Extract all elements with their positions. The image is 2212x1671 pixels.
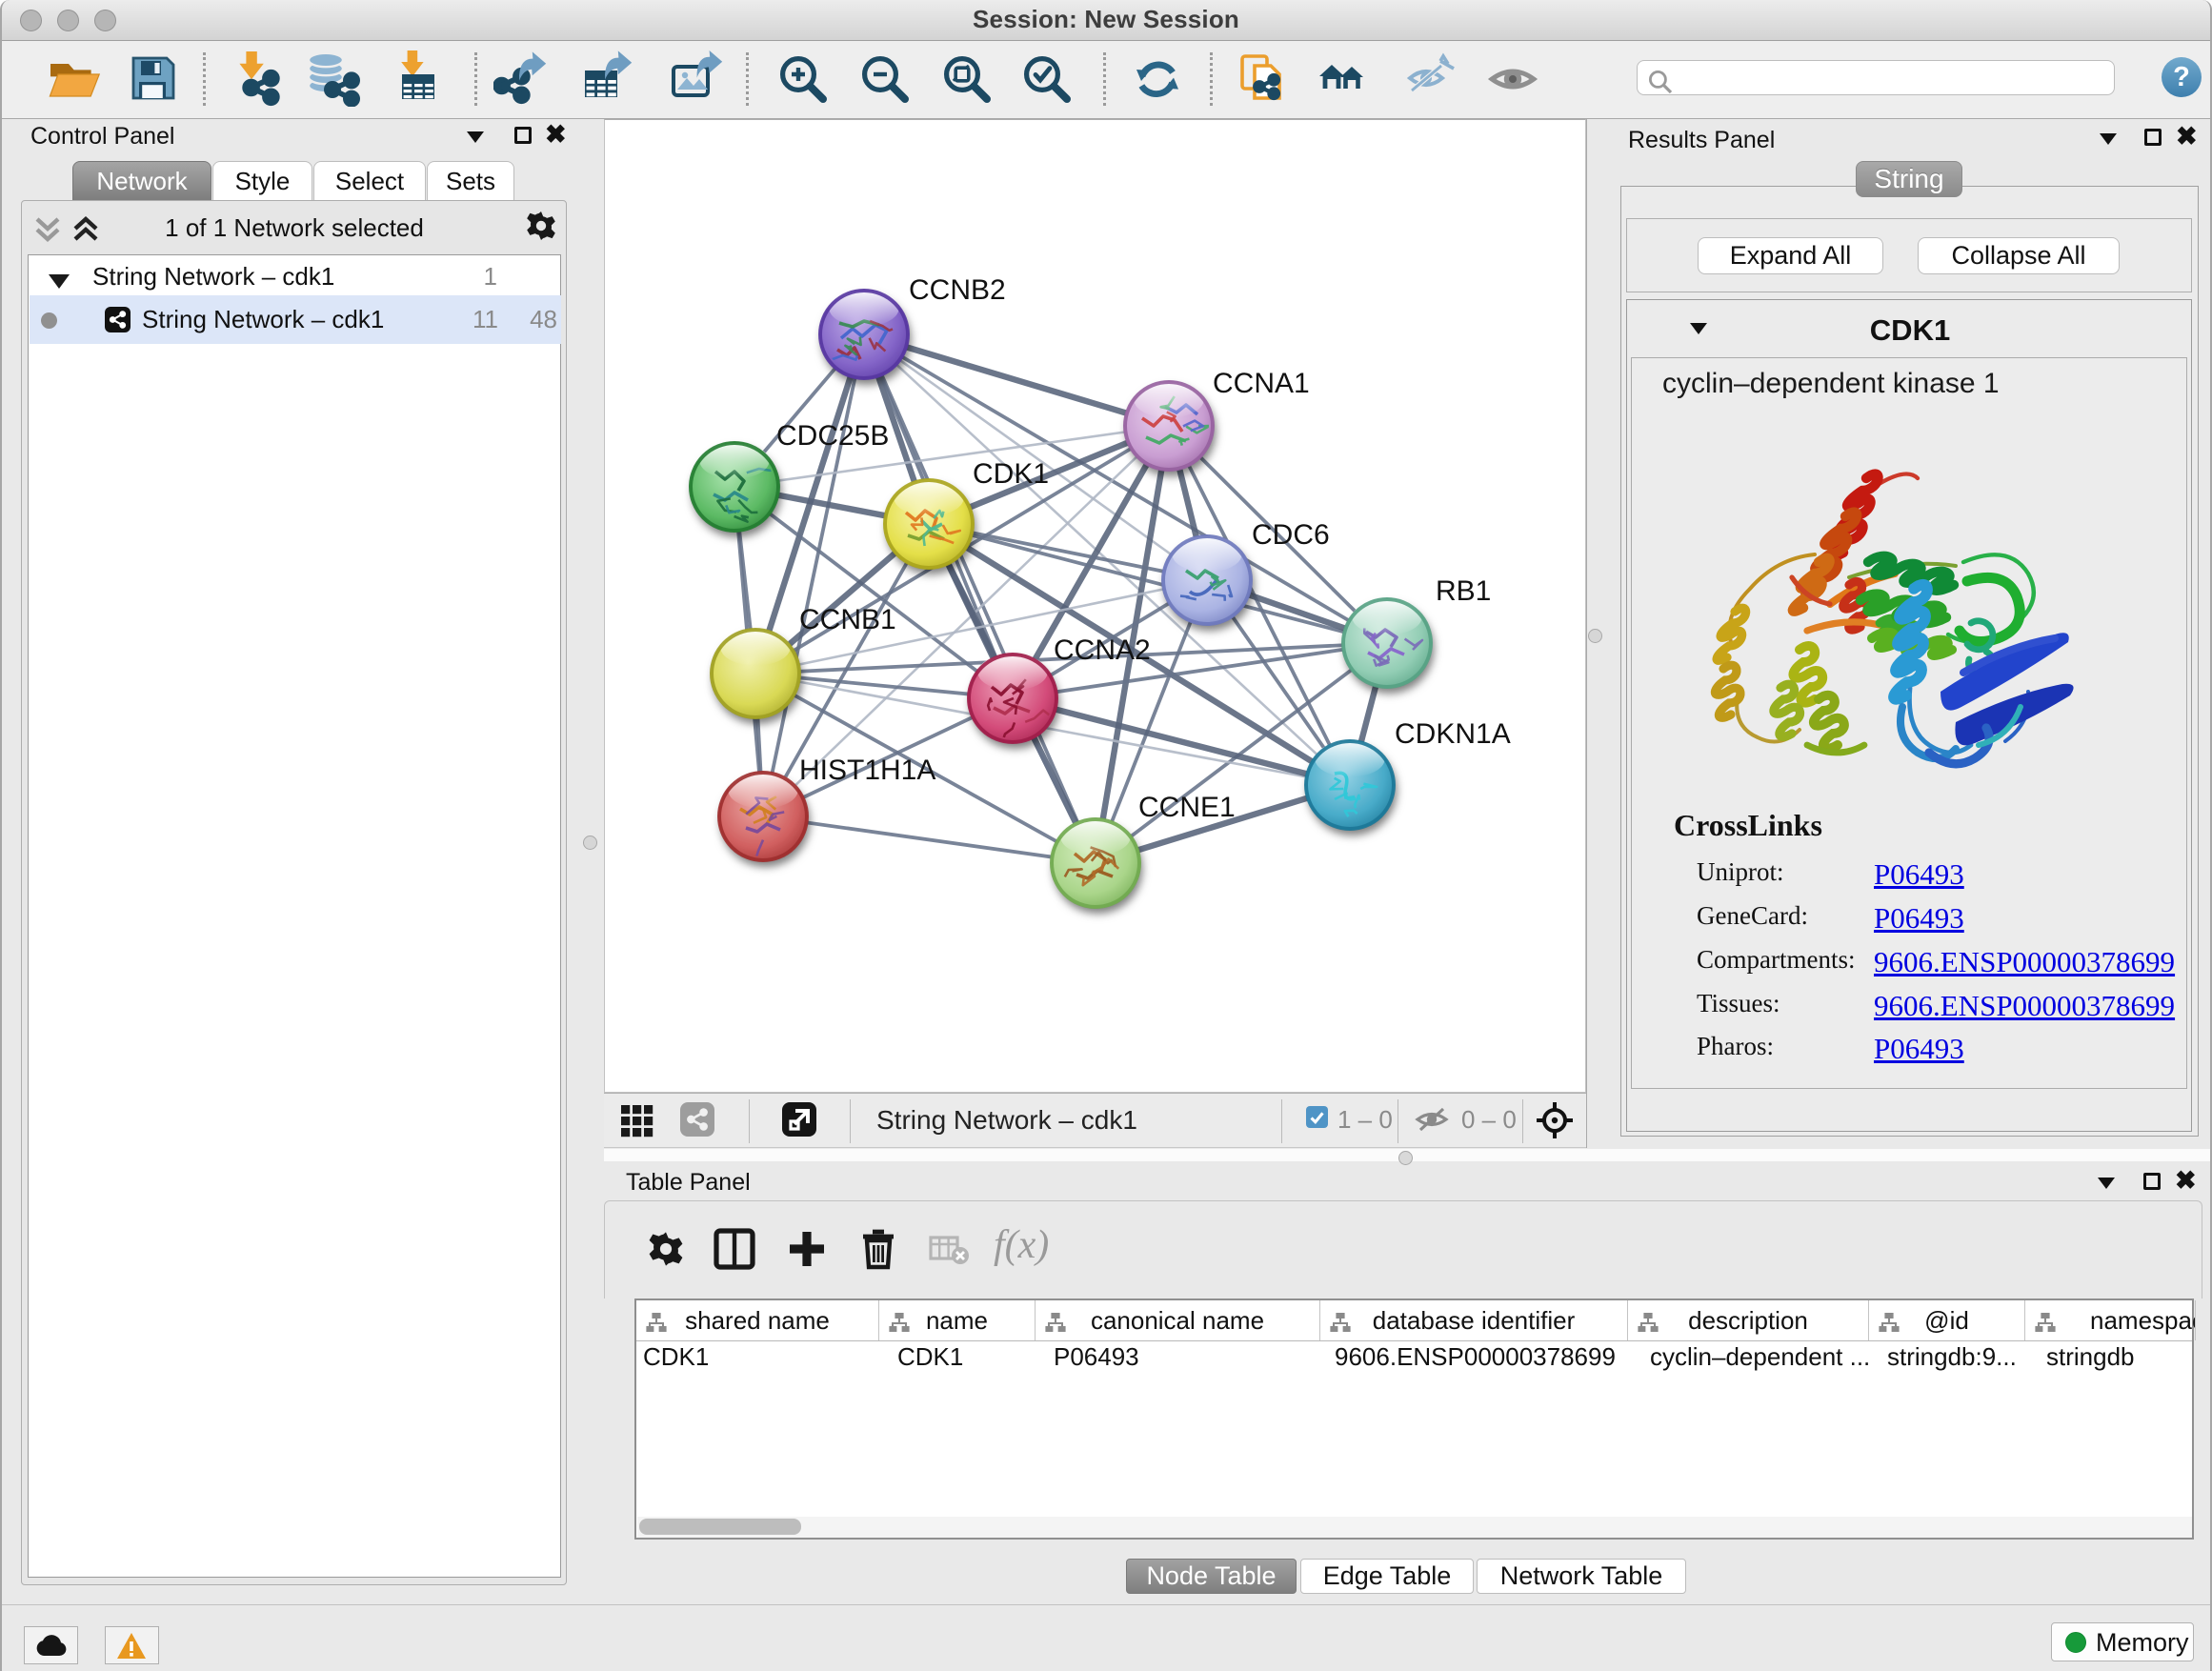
svg-text:RB1: RB1 <box>1436 575 1491 607</box>
svg-text:CCNA1: CCNA1 <box>1213 368 1310 399</box>
svg-text:CDKN1A: CDKN1A <box>1395 718 1511 750</box>
svg-text:HIST1H1A: HIST1H1A <box>799 755 935 786</box>
svg-text:CDC25B: CDC25B <box>776 420 889 452</box>
svg-text:CDC6: CDC6 <box>1252 519 1330 551</box>
svg-text:CCNB1: CCNB1 <box>799 604 896 635</box>
svg-text:CCNA2: CCNA2 <box>1054 634 1151 666</box>
svg-text:CCNE1: CCNE1 <box>1138 792 1236 823</box>
svg-text:CDK1: CDK1 <box>973 458 1049 490</box>
svg-text:CCNB2: CCNB2 <box>909 274 1006 306</box>
